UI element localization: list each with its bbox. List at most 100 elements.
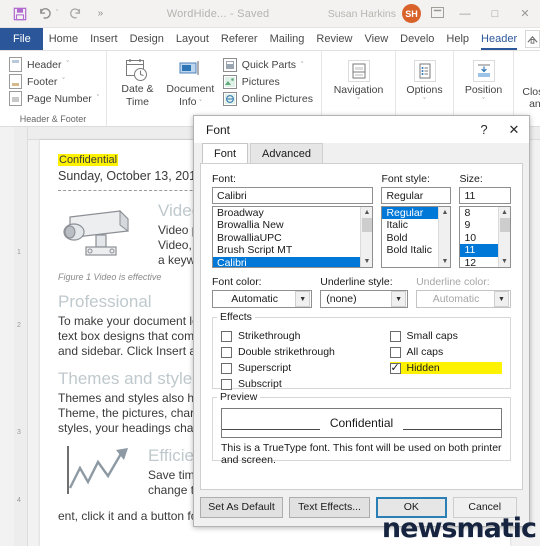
position-button[interactable]: Position ˇ bbox=[458, 54, 509, 108]
scroll-down-icon[interactable]: ▼ bbox=[441, 256, 448, 267]
close-icon[interactable]: ✕ bbox=[499, 117, 529, 143]
tab-design[interactable]: Design bbox=[124, 28, 170, 50]
scroll-up-icon[interactable]: ▲ bbox=[441, 207, 448, 218]
share-icon[interactable] bbox=[525, 30, 540, 48]
tab-developer[interactable]: Develo bbox=[394, 28, 440, 50]
list-item[interactable]: 12 bbox=[460, 257, 498, 267]
list-item[interactable]: Italic bbox=[382, 219, 438, 231]
close-window-button[interactable]: ✕ bbox=[510, 0, 540, 27]
tab-insert[interactable]: Insert bbox=[84, 28, 124, 50]
checkbox-icon[interactable] bbox=[221, 330, 232, 342]
tab-layout[interactable]: Layout bbox=[170, 28, 215, 50]
checkbox-subscript[interactable]: Subscript bbox=[221, 378, 362, 390]
font-size-scrollbar[interactable]: ▲ ▼ bbox=[498, 207, 510, 267]
avatar[interactable]: SH bbox=[402, 4, 421, 23]
list-item[interactable]: 9 bbox=[460, 219, 498, 231]
vertical-ruler[interactable]: 1 2 3 4 bbox=[14, 127, 28, 546]
options-button[interactable]: Options ˇ bbox=[400, 54, 449, 108]
list-item[interactable]: Broadway bbox=[213, 207, 360, 219]
page-number-button[interactable]: Page Number ˇ bbox=[9, 91, 99, 106]
quick-parts-button[interactable]: Quick Parts ˇ bbox=[222, 58, 313, 72]
chevron-down-icon[interactable]: ˇ bbox=[62, 78, 64, 85]
scroll-down-icon[interactable]: ▼ bbox=[501, 256, 508, 267]
checkbox-icon[interactable] bbox=[221, 378, 232, 390]
maximize-button[interactable]: □ bbox=[480, 0, 510, 27]
close-header-footer-button[interactable]: Close Header and Footer bbox=[518, 54, 540, 110]
font-dialog[interactable]: Font ? ✕ Font Advanced Font: Calibri Bro… bbox=[193, 115, 530, 527]
font-size-listbox[interactable]: 8 9 10 11 12 ▲ ▼ bbox=[459, 206, 511, 268]
tab-header-footer[interactable]: Header bbox=[475, 28, 523, 50]
list-item[interactable]: Brush Script MT bbox=[213, 244, 360, 256]
tab-help[interactable]: Help bbox=[440, 28, 475, 50]
list-item[interactable]: 8 bbox=[460, 207, 498, 219]
account-area[interactable]: Susan Harkins SH bbox=[328, 4, 425, 23]
chevron-down-icon[interactable]: ˇ bbox=[301, 62, 303, 69]
list-item-selected[interactable]: 11 bbox=[460, 244, 498, 257]
undo-icon[interactable] bbox=[37, 6, 53, 22]
checkbox-all-caps[interactable]: All caps bbox=[389, 346, 503, 358]
checkbox-icon[interactable] bbox=[389, 330, 401, 342]
minimize-button[interactable]: — bbox=[450, 0, 480, 27]
ribbon-display-options-icon[interactable] bbox=[425, 6, 450, 21]
list-item[interactable]: Bold bbox=[382, 232, 438, 244]
set-as-default-button[interactable]: Set As Default bbox=[200, 496, 284, 518]
tab-file[interactable]: File bbox=[0, 28, 43, 50]
list-item[interactable]: Bold Italic bbox=[382, 244, 438, 256]
pictures-button[interactable]: Pictures bbox=[222, 75, 313, 89]
checkbox-icon[interactable] bbox=[221, 362, 232, 374]
dialog-tab-font[interactable]: Font bbox=[202, 143, 249, 163]
list-item[interactable]: Browallia New bbox=[213, 219, 360, 231]
list-item[interactable]: 10 bbox=[460, 232, 498, 244]
tab-view[interactable]: View bbox=[359, 28, 395, 50]
font-size-input[interactable]: 11 bbox=[459, 187, 511, 204]
tab-home[interactable]: Home bbox=[43, 28, 84, 50]
help-icon[interactable]: ? bbox=[469, 117, 499, 143]
redo-icon[interactable] bbox=[67, 6, 83, 22]
tab-references[interactable]: Referer bbox=[215, 28, 264, 50]
chevron-down-icon[interactable]: ˇ bbox=[199, 100, 201, 107]
checkbox-strikethrough[interactable]: Strikethrough bbox=[221, 330, 362, 342]
text-effects-button[interactable]: Text Effects... bbox=[289, 496, 371, 518]
scrollbar-thumb[interactable] bbox=[361, 218, 372, 232]
chevron-down-icon[interactable]: ˇ bbox=[482, 96, 484, 108]
chevron-down-icon[interactable]: ˇ bbox=[423, 96, 425, 108]
chevron-down-icon[interactable]: ˇ bbox=[357, 96, 359, 108]
navigation-button[interactable]: Navigation ˇ bbox=[326, 54, 391, 108]
font-listbox[interactable]: Broadway Browallia New BrowalliaUPC Brus… bbox=[212, 206, 374, 268]
tab-mailings[interactable]: Mailing bbox=[264, 28, 311, 50]
document-info-button[interactable]: Document Info ˇ bbox=[164, 54, 217, 109]
checkbox-icon[interactable] bbox=[389, 346, 401, 358]
online-pictures-button[interactable]: Online Pictures bbox=[222, 92, 313, 106]
chevron-down-icon[interactable]: ˇ bbox=[97, 95, 99, 102]
checkbox-icon[interactable] bbox=[221, 346, 232, 358]
scroll-up-icon[interactable]: ▲ bbox=[363, 207, 370, 218]
font-list-scrollbar[interactable]: ▲ ▼ bbox=[360, 207, 373, 267]
save-icon[interactable] bbox=[12, 6, 28, 22]
checkbox-double-strikethrough[interactable]: Double strikethrough bbox=[221, 346, 362, 358]
font-style-input[interactable]: Regular bbox=[381, 187, 452, 204]
chevron-down-icon[interactable]: ▼ bbox=[295, 291, 311, 307]
chevron-down-icon[interactable]: ˇ bbox=[66, 61, 68, 68]
underline-style-dropdown[interactable]: (none) ▼ bbox=[320, 290, 409, 308]
dialog-tab-advanced[interactable]: Advanced bbox=[250, 143, 323, 163]
tab-review[interactable]: Review bbox=[310, 28, 358, 50]
font-style-listbox[interactable]: Regular Italic Bold Bold Italic ▲ ▼ bbox=[381, 206, 452, 268]
font-input[interactable]: Calibri bbox=[212, 187, 374, 204]
undo-dropdown-icon[interactable]: ˇ bbox=[56, 10, 58, 17]
list-item-selected[interactable]: Regular bbox=[382, 207, 439, 220]
font-color-dropdown[interactable]: Automatic ▼ bbox=[212, 290, 313, 308]
checkbox-superscript[interactable]: Superscript bbox=[221, 362, 362, 374]
list-item-selected[interactable]: Calibri bbox=[213, 256, 361, 267]
list-item[interactable]: BrowalliaUPC bbox=[213, 232, 360, 244]
checkbox-hidden[interactable]: Hidden bbox=[389, 361, 502, 374]
chevron-down-icon[interactable]: ▼ bbox=[391, 291, 407, 307]
footer-button[interactable]: Footer ˇ bbox=[9, 74, 99, 89]
header-button[interactable]: Header ˇ bbox=[9, 57, 99, 72]
more-commands-icon[interactable]: » bbox=[92, 6, 108, 22]
scrollbar-thumb[interactable] bbox=[499, 218, 510, 232]
checkbox-icon-checked[interactable] bbox=[389, 361, 401, 374]
date-time-button[interactable]: Date & Time bbox=[111, 54, 164, 108]
checkbox-small-caps[interactable]: Small caps bbox=[389, 330, 503, 342]
font-style-scrollbar[interactable]: ▲ ▼ bbox=[438, 207, 451, 267]
scroll-up-icon[interactable]: ▲ bbox=[501, 207, 508, 218]
